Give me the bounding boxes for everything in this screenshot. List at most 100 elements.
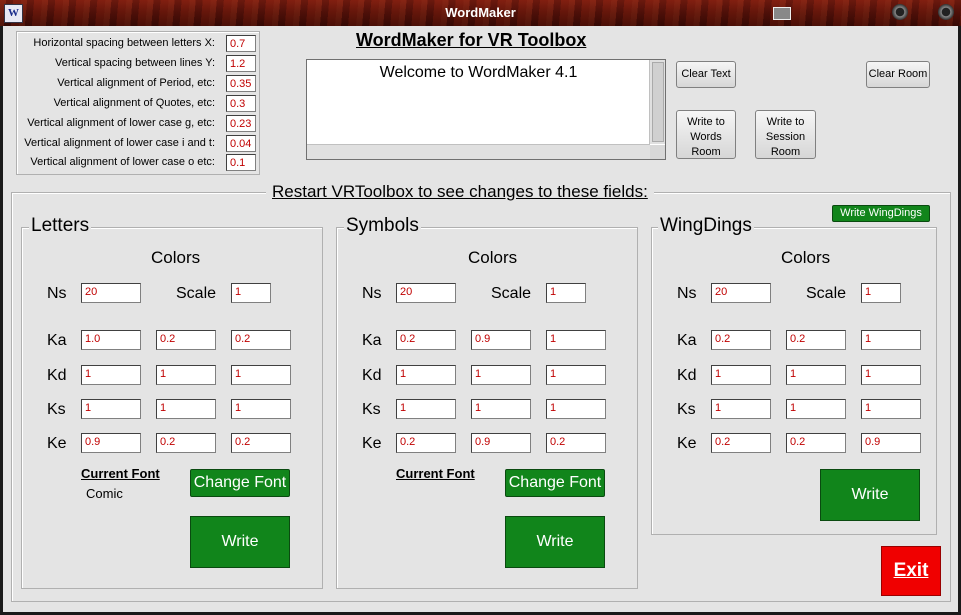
ka-label: Ka [47, 332, 67, 349]
write-wingdings-button[interactable]: Write WingDings [832, 205, 930, 222]
spacing-label: Vertical spacing between lines Y: [54, 57, 215, 69]
clear-text-button[interactable]: Clear Text [676, 61, 736, 88]
letters-ks-r[interactable]: 1 [81, 399, 141, 419]
window-title: WordMaker [445, 5, 516, 20]
scale-label: Scale [491, 285, 532, 302]
kd-label: Kd [677, 367, 697, 384]
spacing-label: Vertical alignment of Period, etc: [57, 77, 215, 89]
symbols-scale-field[interactable]: 1 [546, 283, 586, 303]
symbols-ks-r[interactable]: 1 [396, 399, 456, 419]
letters-ka-r[interactable]: 1.0 [81, 330, 141, 350]
wingdings-ns-field[interactable]: 20 [711, 283, 771, 303]
wingdings-kd-r[interactable]: 1 [711, 365, 771, 385]
symbols-kd-b[interactable]: 1 [546, 365, 606, 385]
letters-ka-g[interactable]: 0.2 [156, 330, 216, 350]
symbols-ns-field[interactable]: 20 [396, 283, 456, 303]
clear-room-button[interactable]: Clear Room [866, 61, 930, 88]
exit-button[interactable]: Exit [881, 546, 941, 596]
scrollbar-corner [650, 145, 665, 159]
letters-kd-r[interactable]: 1 [81, 365, 141, 385]
scale-label: Scale [176, 285, 217, 302]
kd-label: Kd [47, 367, 67, 384]
ks-label: Ks [47, 401, 66, 418]
letters-ks-g[interactable]: 1 [156, 399, 216, 419]
symbols-kd-g[interactable]: 1 [471, 365, 531, 385]
letters-kd-g[interactable]: 1 [156, 365, 216, 385]
symbols-title: Symbols [344, 215, 421, 237]
ks-label: Ks [362, 401, 381, 418]
vertical-scrollbar[interactable] [649, 60, 665, 144]
wingdings-write-button[interactable]: Write [820, 469, 920, 521]
current-font-label: Current Font [81, 466, 160, 481]
letters-change-font-button[interactable]: Change Font [190, 469, 290, 497]
maximize-icon[interactable] [892, 4, 908, 20]
ks-label: Ks [677, 401, 696, 418]
message-textarea[interactable]: Welcome to WordMaker 4.1 [306, 59, 666, 160]
spacing-label: Vertical alignment of lower case i and t… [24, 137, 215, 149]
letters-ks-b[interactable]: 1 [231, 399, 291, 419]
ke-label: Ke [677, 435, 697, 452]
spacing-label: Vertical alignment of lower case g, etc: [27, 117, 215, 129]
symbols-ka-b[interactable]: 1 [546, 330, 606, 350]
wingdings-ka-g[interactable]: 0.2 [786, 330, 846, 350]
symbols-change-font-button[interactable]: Change Font [505, 469, 605, 497]
period-align-field[interactable]: 0.35 [226, 75, 256, 92]
letters-kd-b[interactable]: 1 [231, 365, 291, 385]
scrollbar-thumb[interactable] [652, 62, 664, 142]
symbols-ks-b[interactable]: 1 [546, 399, 606, 419]
wingdings-kd-b[interactable]: 1 [861, 365, 921, 385]
symbols-ke-g[interactable]: 0.9 [471, 433, 531, 453]
welcome-text: Welcome to WordMaker 4.1 [379, 64, 578, 81]
letters-ke-b[interactable]: 0.2 [231, 433, 291, 453]
wingdings-ks-r[interactable]: 1 [711, 399, 771, 419]
ke-label: Ke [362, 435, 382, 452]
wingdings-ks-b[interactable]: 1 [861, 399, 921, 419]
spacing-x-field[interactable]: 0.7 [226, 35, 256, 52]
ns-label: Ns [677, 285, 697, 302]
write-words-room-button[interactable]: Write to Words Room [676, 110, 736, 159]
letters-ke-g[interactable]: 0.2 [156, 433, 216, 453]
page-title: WordMaker for VR Toolbox [356, 30, 587, 50]
wingdings-ke-g[interactable]: 0.2 [786, 433, 846, 453]
symbols-ka-g[interactable]: 0.9 [471, 330, 531, 350]
symbols-colors-label: Colors [468, 248, 518, 267]
letters-write-button[interactable]: Write [190, 516, 290, 568]
scale-label: Scale [806, 285, 847, 302]
wingdings-ka-r[interactable]: 0.2 [711, 330, 771, 350]
ka-label: Ka [362, 332, 382, 349]
symbols-write-button[interactable]: Write [505, 516, 605, 568]
o-align-field[interactable]: 0.1 [226, 154, 256, 171]
wingdings-ke-r[interactable]: 0.2 [711, 433, 771, 453]
ke-label: Ke [47, 435, 67, 452]
wingdings-ka-b[interactable]: 1 [861, 330, 921, 350]
close-icon[interactable] [938, 4, 954, 20]
ns-label: Ns [47, 285, 67, 302]
wingdings-ks-g[interactable]: 1 [786, 399, 846, 419]
letters-ns-field[interactable]: 20 [81, 283, 141, 303]
wingdings-scale-field[interactable]: 1 [861, 283, 901, 303]
letters-ka-b[interactable]: 0.2 [231, 330, 291, 350]
current-font-label: Current Font [396, 466, 475, 481]
minimize-icon[interactable] [773, 7, 791, 20]
current-font-value: Comic [86, 486, 123, 501]
symbols-ks-g[interactable]: 1 [471, 399, 531, 419]
write-session-room-button[interactable]: Write to Session Room [755, 110, 816, 159]
letters-scale-field[interactable]: 1 [231, 283, 271, 303]
horizontal-scrollbar[interactable] [307, 144, 650, 159]
g-align-field[interactable]: 0.23 [226, 115, 256, 132]
spacing-y-field[interactable]: 1.2 [226, 55, 256, 72]
spacing-label: Vertical alignment of Quotes, etc: [53, 97, 215, 109]
letters-colors-label: Colors [151, 248, 201, 267]
symbols-ke-b[interactable]: 0.2 [546, 433, 606, 453]
symbols-kd-r[interactable]: 1 [396, 365, 456, 385]
symbols-ka-r[interactable]: 0.2 [396, 330, 456, 350]
client-area: Horizontal spacing between letters X: 0.… [3, 26, 958, 612]
letters-ke-r[interactable]: 0.9 [81, 433, 141, 453]
wingdings-ke-b[interactable]: 0.9 [861, 433, 921, 453]
ns-label: Ns [362, 285, 382, 302]
i-t-align-field[interactable]: 0.04 [226, 135, 256, 152]
wingdings-title: WingDings [658, 215, 754, 237]
symbols-ke-r[interactable]: 0.2 [396, 433, 456, 453]
wingdings-kd-g[interactable]: 1 [786, 365, 846, 385]
quotes-align-field[interactable]: 0.3 [226, 95, 256, 112]
